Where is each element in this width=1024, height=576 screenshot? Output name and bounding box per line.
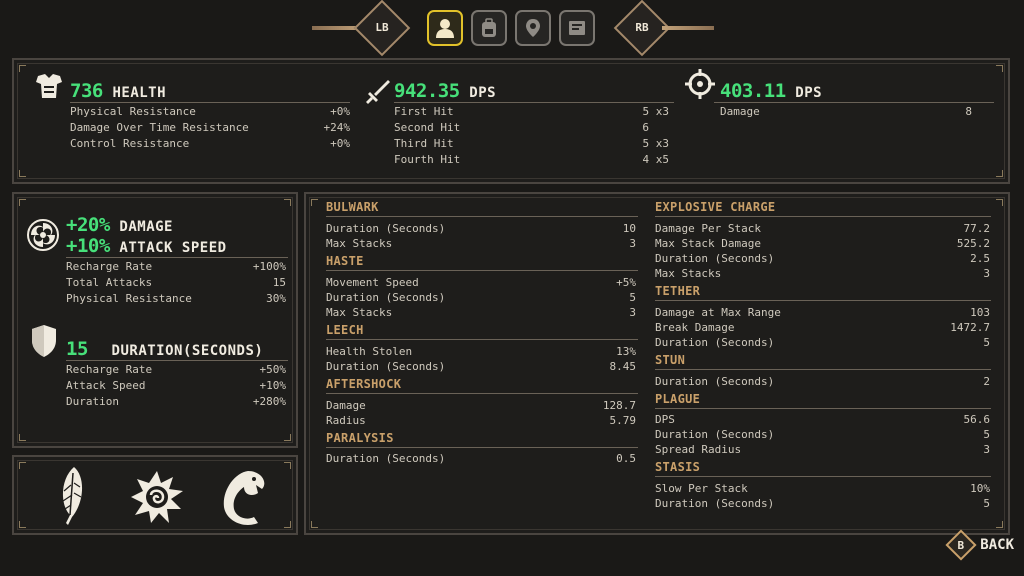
stat-row: Physical Resistance +0%: [70, 105, 350, 118]
hit-row: First Hit 5 x3: [394, 105, 669, 118]
effect-title-stasis: STASIS: [655, 460, 701, 474]
effect-row: DPS 56.6: [655, 413, 990, 426]
crosshair-icon: [685, 69, 715, 99]
effect-row: Duration (Seconds) 5: [326, 291, 636, 304]
effect-row: Duration (Seconds) 8.45: [326, 360, 636, 373]
buff-attack-speed-line: +10% ATTACK SPEED: [66, 235, 227, 257]
tab-profile[interactable]: [427, 10, 463, 46]
effect-row: Damage at Max Range 103: [655, 306, 990, 319]
health-value: 736: [70, 80, 103, 102]
health-label: HEALTH: [112, 85, 167, 101]
effect-row: Max Stacks 3: [326, 237, 636, 250]
buffs-panel: +20% DAMAGE +10% ATTACK SPEED Recharge R…: [12, 192, 298, 448]
nav-right-ornament: [662, 26, 714, 30]
hit-row: Fourth Hit 4 x5: [394, 153, 669, 166]
ranged-dps-value: 403.11: [720, 80, 786, 102]
stat-row: Physical Resistance 30%: [66, 292, 286, 305]
hit-row: Third Hit 5 x3: [394, 137, 669, 150]
map-pin-icon: [526, 19, 540, 37]
effect-title-leech: LEECH: [326, 323, 364, 337]
hit-row: Second Hit 6: [394, 121, 649, 134]
effect-row: Duration (Seconds) 5: [655, 428, 990, 441]
vortex-icon: [27, 219, 59, 251]
effect-row: Duration (Seconds) 2.5: [655, 252, 990, 265]
effect-row: Damage 128.7: [326, 399, 636, 412]
backpack-icon: [482, 18, 496, 37]
effect-title-stun: STUN: [655, 353, 686, 367]
armor-icon: [36, 74, 62, 98]
effect-title-plague: PLAGUE: [655, 392, 701, 406]
effect-row: Movement Speed +5%: [326, 276, 636, 289]
serpent-icon[interactable]: [218, 467, 270, 527]
effects-panel: BULWARK Duration (Seconds) 10 Max Stacks 3…: [304, 192, 1010, 535]
back-button[interactable]: B BACK: [945, 529, 1014, 561]
stat-row: Recharge Rate +100%: [66, 260, 286, 273]
effect-row: Duration (Seconds) 2: [655, 375, 990, 388]
trinkets-panel: [12, 455, 298, 535]
effect-title-haste: HASTE: [326, 254, 364, 268]
effect-title-paralysis: PARALYSIS: [326, 431, 394, 445]
effect-row: Damage Per Stack 77.2: [655, 222, 990, 235]
sword-icon: [366, 80, 390, 104]
effect-row: Duration (Seconds) 0.5: [326, 452, 636, 465]
stat-row: Damage Over Time Resistance +24%: [70, 121, 350, 134]
top-nav: LB RB: [0, 0, 1024, 57]
stat-row: Attack Speed +10%: [66, 379, 286, 392]
effect-row: Health Stolen 13%: [326, 345, 636, 358]
effect-row: Max Stack Damage 525.2: [655, 237, 990, 250]
effect-row: Max Stacks 3: [326, 306, 636, 319]
back-label: BACK: [980, 537, 1014, 553]
shield-icon: [32, 325, 56, 357]
melee-dps-value: 942.35: [394, 80, 460, 102]
effect-row: Max Stacks 3: [655, 267, 990, 280]
effect-row: Radius 5.79: [326, 414, 636, 427]
effect-row: Duration (Seconds) 5: [655, 336, 990, 349]
effect-title-bulwark: BULWARK: [326, 200, 379, 214]
b-key-icon: B: [945, 529, 977, 561]
effect-title-tether: TETHER: [655, 284, 701, 298]
tab-map[interactable]: [515, 10, 551, 46]
stat-row: Control Resistance +0%: [70, 137, 350, 150]
effect-title-aftershock: AFTERSHOCK: [326, 377, 402, 391]
melee-dps-label: DPS: [469, 85, 497, 101]
profile-icon: [436, 19, 454, 38]
shield-heading: 15 DURATION(SECONDS): [66, 338, 264, 360]
stat-row: Recharge Rate +50%: [66, 363, 286, 376]
stat-row: Total Attacks 15: [66, 276, 286, 289]
buff-damage-line: +20% DAMAGE: [66, 214, 173, 236]
core-stats-panel: 736 HEALTH Physical Resistance +0% Damage…: [12, 58, 1010, 184]
effect-row: Duration (Seconds) 5: [655, 497, 990, 510]
tab-backpack[interactable]: [471, 10, 507, 46]
effect-row: Duration (Seconds) 10: [326, 222, 636, 235]
journal-icon: [569, 21, 585, 35]
rb-bumper-label[interactable]: RB: [622, 21, 662, 34]
health-heading: 736 HEALTH: [70, 80, 166, 102]
effect-row: Break Damage 1472.7: [655, 321, 990, 334]
stat-row: Damage 8: [720, 105, 972, 118]
sun-spiral-icon[interactable]: [129, 469, 185, 525]
effect-row: Spread Radius 3: [655, 443, 990, 456]
tab-journal[interactable]: [559, 10, 595, 46]
effect-row: Slow Per Stack 10%: [655, 482, 990, 495]
lb-bumper-label[interactable]: LB: [362, 21, 402, 34]
ranged-dps-label: DPS: [795, 85, 823, 101]
ranged-dps-heading: 403.11 DPS: [720, 80, 822, 102]
effect-title-explosive-charge: EXPLOSIVE CHARGE: [655, 200, 776, 214]
stat-row: Duration +280%: [66, 395, 286, 408]
feather-icon[interactable]: [54, 465, 88, 527]
melee-dps-heading: 942.35 DPS: [394, 80, 496, 102]
